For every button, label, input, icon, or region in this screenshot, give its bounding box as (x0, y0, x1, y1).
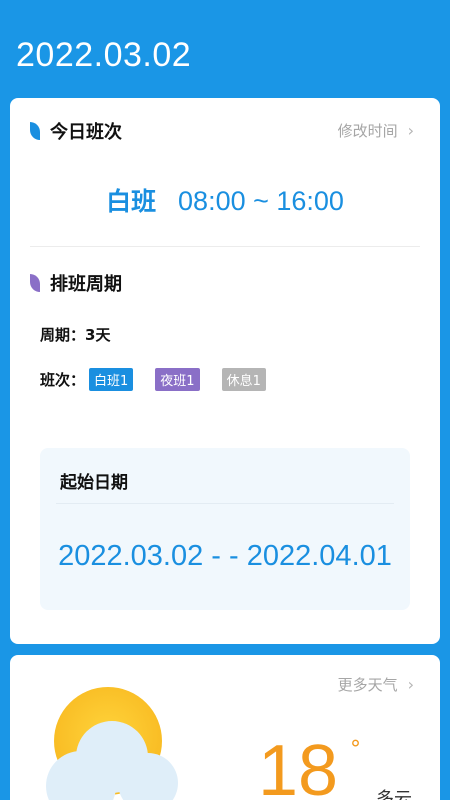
today-shift-title: 今日班次 (30, 118, 122, 144)
current-date: 2022.03.02 (16, 36, 192, 74)
temperature-value: 18 (258, 731, 339, 800)
schedule-title-text: 排班周期 (50, 274, 122, 295)
shift-tag-day[interactable]: 白班1 (89, 368, 134, 391)
more-weather-link[interactable]: 更多天气 › (338, 674, 414, 695)
degree-symbol: ° (350, 737, 361, 762)
schedule-title: 排班周期 (30, 270, 122, 296)
start-date-title: 起始日期 (60, 473, 128, 493)
leaf-icon (30, 122, 40, 140)
weather-card: 更多天气 › 18 ° 多云 (10, 655, 440, 800)
shift-name: 白班 (106, 187, 157, 216)
chevron-right-icon: › (407, 675, 414, 694)
shifts-row: 班次： 白班1 夜班1 休息1 (40, 368, 288, 391)
leaf-icon (30, 274, 40, 292)
section-divider (30, 246, 420, 247)
shift-time: 08:00 ~ 16:00 (178, 186, 344, 216)
start-date-divider (56, 503, 394, 504)
start-date-range: 2022.03.02 - - 2022.04.01 (58, 540, 392, 572)
today-shift-display: 白班 08:00 ~ 16:00 (10, 182, 440, 218)
shifts-label: 班次： (40, 371, 86, 389)
shift-tag-night[interactable]: 夜班1 (155, 368, 200, 391)
shift-tag-rest[interactable]: 休息1 (221, 368, 266, 391)
start-date-box[interactable]: 起始日期 2022.03.02 - - 2022.04.01 (40, 448, 410, 610)
period-label: 周期： (40, 326, 86, 344)
more-weather-label: 更多天气 (337, 676, 398, 694)
today-shift-title-text: 今日班次 (50, 122, 122, 143)
edit-time-label: 修改时间 (337, 122, 398, 140)
period-row: 周期： 3天 (40, 324, 110, 345)
chevron-right-icon: › (407, 121, 414, 140)
shift-card: 今日班次 修改时间 › 白班 08:00 ~ 16:00 排班周期 周期： 3天… (10, 98, 440, 644)
edit-time-link[interactable]: 修改时间 › (338, 120, 414, 141)
period-value: 3天 (85, 326, 111, 344)
weather-condition: 多云 (376, 789, 412, 800)
